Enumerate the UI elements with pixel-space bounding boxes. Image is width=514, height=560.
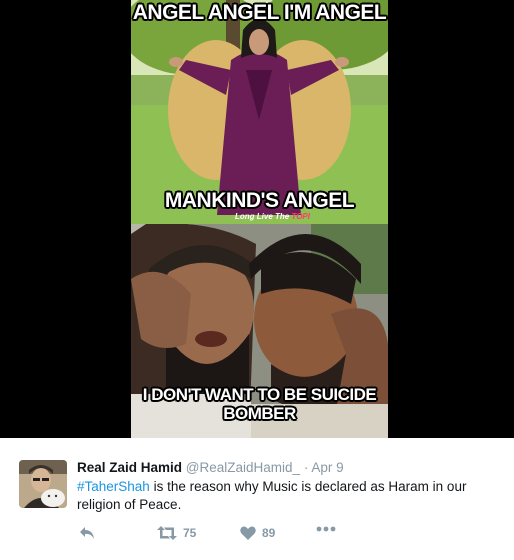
user-handle[interactable]: @RealZaidHamid_ — [186, 460, 300, 475]
meme-caption-top: ANGEL ANGEL I'M ANGEL — [132, 1, 387, 24]
tweet-header: Real Zaid Hamid @RealZaidHamid_ · Apr 9 — [77, 460, 344, 475]
avatar-image — [19, 460, 67, 508]
meme-caption-middle: MANKIND'S ANGEL — [164, 189, 355, 212]
header-separator: · — [303, 460, 309, 475]
meme-panel-bottom: I DON'T WANT TO BE SUICIDE BOMBER — [131, 224, 388, 438]
meme-caption-bottom-line2: BOMBER — [223, 404, 296, 423]
reply-icon — [80, 527, 94, 539]
more-icon — [316, 526, 336, 532]
meme-caption-bottom-line1: I DON'T WANT TO BE SUICIDE — [142, 385, 377, 404]
retweet-count: 75 — [183, 526, 197, 540]
tweet-text: #TaherShah is the reason why Music is de… — [77, 478, 497, 514]
more-button[interactable] — [316, 526, 336, 532]
tweet-actions: 75 89 — [77, 526, 377, 544]
like-button[interactable]: 89 — [240, 526, 275, 540]
meme-caption-bottom: I DON'T WANT TO BE SUICIDE BOMBER — [131, 385, 388, 423]
meme-image[interactable]: ANGEL ANGEL I'M ANGEL MANKIND'S ANGEL Lo… — [131, 0, 388, 438]
watermark-logo: TOPI — [291, 212, 310, 221]
tweet: Real Zaid Hamid @RealZaidHamid_ · Apr 9 … — [0, 438, 514, 560]
display-name[interactable]: Real Zaid Hamid — [77, 460, 182, 475]
tweet-date[interactable]: Apr 9 — [311, 460, 343, 475]
meme-panel-top: ANGEL ANGEL I'M ANGEL MANKIND'S ANGEL Lo… — [131, 0, 388, 224]
heart-icon — [240, 526, 256, 540]
meme-watermark: Long Live The TOPI — [235, 212, 310, 221]
avatar[interactable] — [19, 460, 67, 508]
hashtag-link[interactable]: #TaherShah — [77, 479, 150, 494]
tweet-media[interactable]: ANGEL ANGEL I'M ANGEL MANKIND'S ANGEL Lo… — [0, 0, 514, 438]
like-count: 89 — [262, 526, 276, 540]
retweet-button[interactable]: 75 — [157, 526, 196, 540]
retweet-icon — [157, 526, 177, 540]
reply-button[interactable] — [79, 526, 95, 540]
watermark-text: Long Live The — [235, 212, 290, 221]
